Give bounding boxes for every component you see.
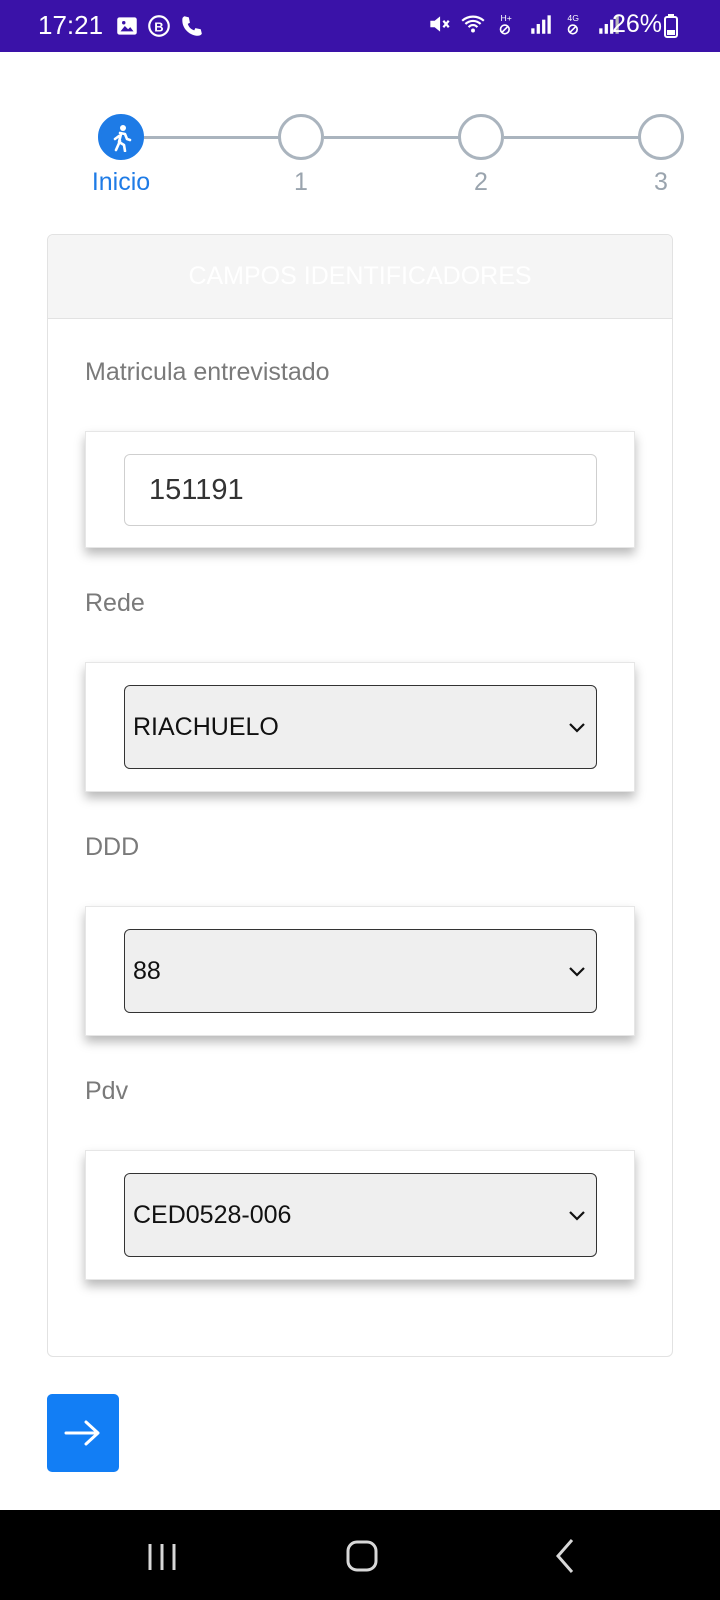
- phone-icon: [182, 16, 202, 36]
- step-3[interactable]: [638, 114, 684, 160]
- step-connector: [324, 136, 460, 139]
- image-icon: [117, 17, 137, 35]
- step-connector: [504, 136, 640, 139]
- ddd-select[interactable]: 88: [124, 929, 597, 1013]
- field-label-rede: Rede: [85, 589, 145, 617]
- ddd-select-value: 88: [133, 956, 161, 985]
- battery-icon: [664, 14, 678, 38]
- field-box-matricula: [85, 431, 635, 548]
- chevron-down-icon: [569, 723, 585, 733]
- step-2[interactable]: [458, 114, 504, 160]
- chevron-down-icon: [569, 1211, 585, 1221]
- pdv-select[interactable]: CED0528-006: [124, 1173, 597, 1257]
- battery-level: 26%: [612, 10, 663, 38]
- recent-apps-icon[interactable]: [138, 1532, 186, 1580]
- field-box-ddd: 88: [85, 906, 635, 1036]
- step-connector: [144, 136, 280, 139]
- svg-text:4G: 4G: [567, 13, 579, 23]
- matricula-input[interactable]: [124, 454, 597, 526]
- step-label-1: 1: [294, 168, 308, 196]
- step-inicio[interactable]: [98, 114, 144, 160]
- arrow-right-icon: [64, 1420, 100, 1446]
- status-time: 17:21: [38, 10, 104, 40]
- step-label-2: 2: [474, 168, 488, 196]
- mute-icon: [430, 16, 450, 32]
- signal-h-icon: H+: [499, 13, 512, 35]
- b-icon: B: [148, 15, 170, 37]
- signal-4g-icon: 4G: [567, 13, 579, 35]
- field-label-matricula: Matricula entrevistado: [85, 358, 330, 386]
- step-label-3: 3: [654, 168, 668, 196]
- step-1[interactable]: [278, 114, 324, 160]
- rede-select[interactable]: RIACHUELO: [124, 685, 597, 769]
- chevron-down-icon: [569, 967, 585, 977]
- pdv-select-value: CED0528-006: [133, 1200, 292, 1229]
- rede-select-value: RIACHUELO: [133, 712, 279, 741]
- back-icon[interactable]: [542, 1532, 590, 1580]
- card-header: CAMPOS IDENTIFICADORES: [48, 235, 672, 319]
- walking-person-icon: [113, 125, 132, 152]
- svg-text:H+: H+: [501, 13, 512, 23]
- next-button[interactable]: [47, 1394, 119, 1472]
- status-bar: 17:21 B H+ 4G 26%: [0, 0, 720, 52]
- field-label-ddd: DDD: [85, 833, 140, 861]
- step-label-inicio: Inicio: [91, 168, 151, 196]
- stepper: Inicio 1 2 3: [0, 110, 720, 210]
- field-label-pdv: Pdv: [85, 1077, 129, 1105]
- field-box-pdv: CED0528-006: [85, 1150, 635, 1280]
- home-icon[interactable]: [338, 1532, 386, 1580]
- signal-icon: [531, 15, 551, 34]
- wifi-icon: [461, 15, 485, 33]
- svg-text:B: B: [154, 19, 163, 34]
- field-box-rede: RIACHUELO: [85, 662, 635, 792]
- navigation-bar: [0, 1510, 720, 1600]
